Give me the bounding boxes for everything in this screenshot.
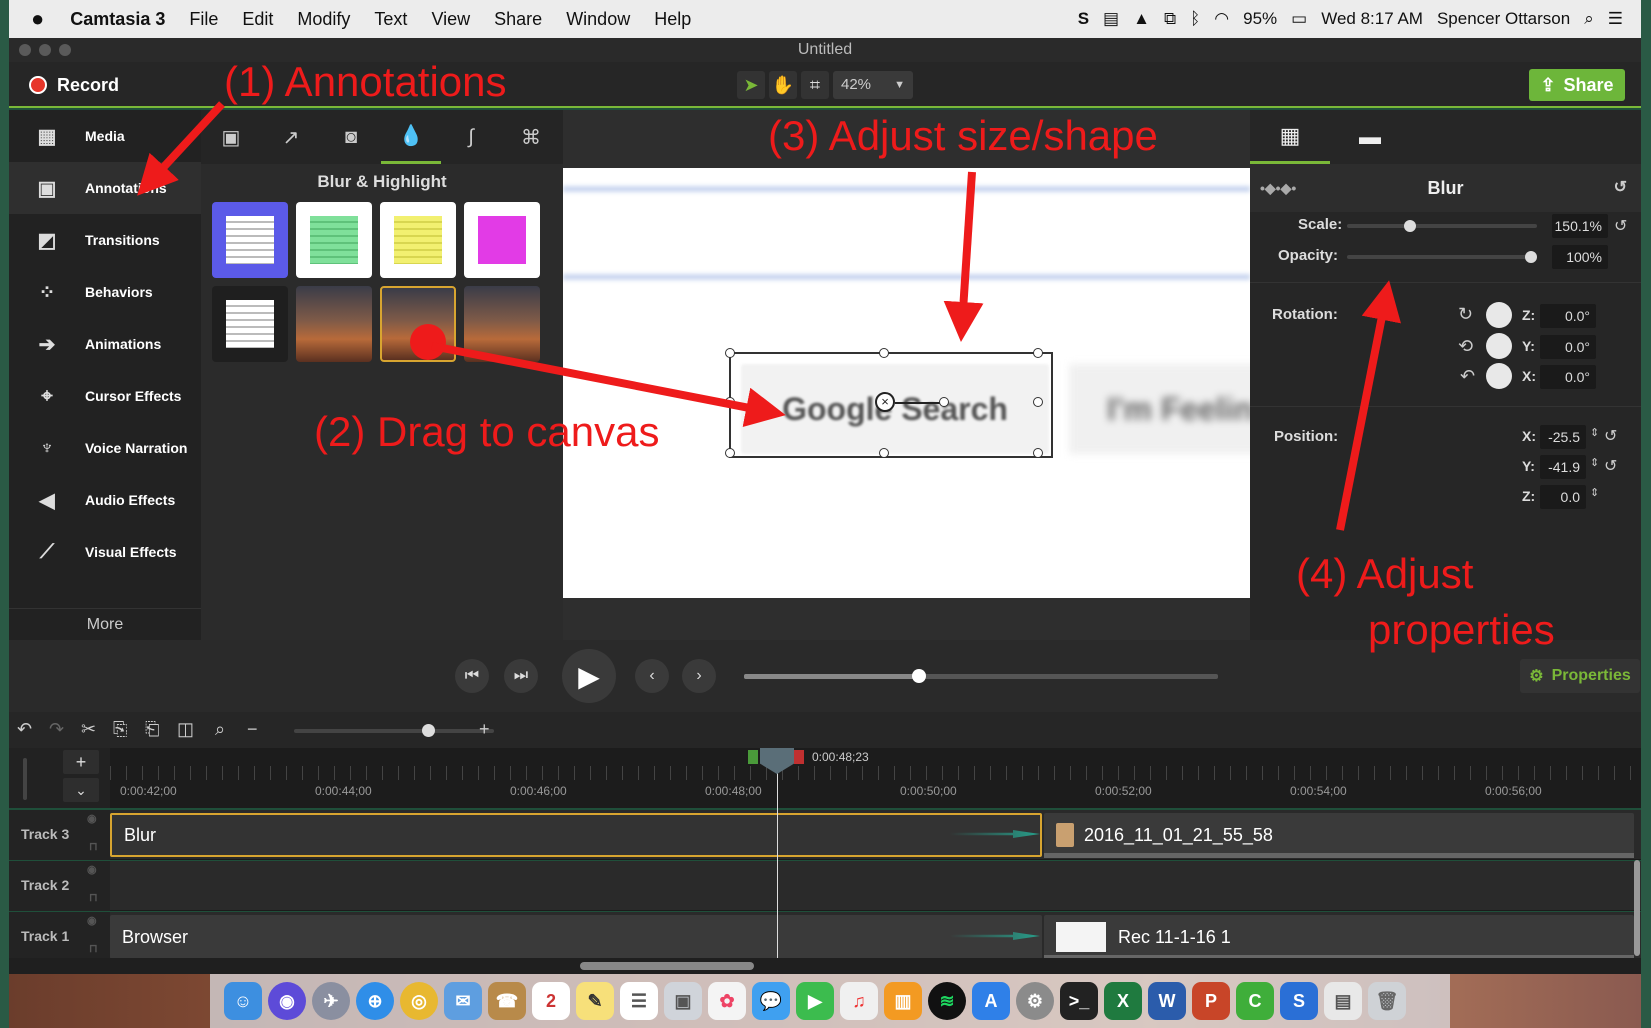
step4-label-line2: properties: [1368, 606, 1555, 653]
arrow-step1: [137, 101, 225, 196]
step1-label: (1) Annotations: [224, 58, 507, 105]
step3-label: (3) Adjust size/shape: [768, 112, 1158, 159]
arrow-step3: [943, 171, 984, 342]
arrow-step2: [431, 342, 786, 428]
step2-label: (2) Drag to canvas: [314, 408, 660, 455]
drag-start-dot: [410, 324, 446, 360]
arrow-step4: [1336, 280, 1401, 531]
screen: ● Camtasia 3 File Edit Modify Text View …: [0, 0, 1651, 1028]
step4-label-line1: (4) Adjust: [1296, 550, 1474, 597]
